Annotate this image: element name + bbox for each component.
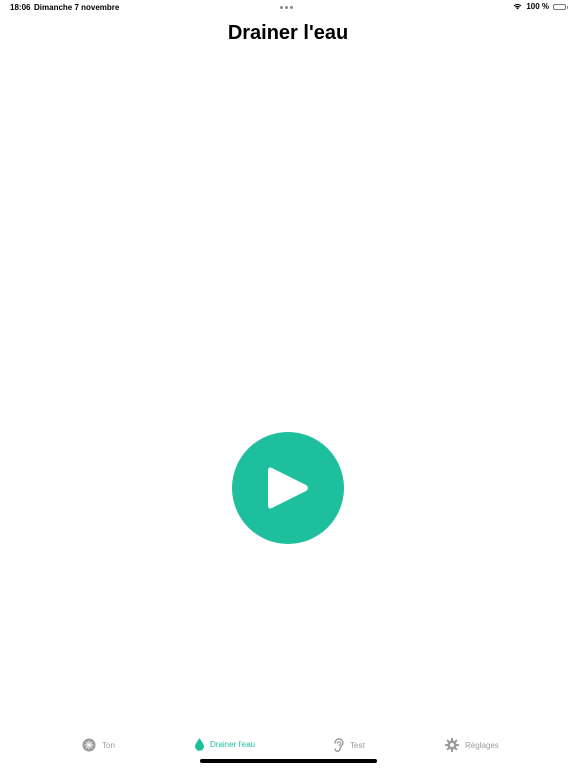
status-indicators: 100 % <box>513 2 568 11</box>
tab-test-label: Test <box>350 740 365 750</box>
multitasking-dots-icon[interactable] <box>280 6 293 9</box>
tone-icon <box>82 738 96 752</box>
app-screen: 18:06 Dimanche 7 novembre 100 % Drainer … <box>0 0 576 768</box>
water-drop-icon <box>195 738 204 751</box>
page-title: Drainer l'eau <box>227 22 349 44</box>
play-icon <box>266 464 310 512</box>
status-bar: 18:06 Dimanche 7 novembre 100 % <box>0 0 576 14</box>
tab-ton[interactable]: Ton <box>82 738 115 752</box>
tab-drainer-leau[interactable]: Drainer l'eau <box>195 738 255 751</box>
wifi-icon <box>513 3 522 10</box>
tab-bar: Ton Drainer l'eau Test Réglages <box>0 734 576 758</box>
status-time: 18:06 <box>10 3 31 12</box>
tab-test[interactable]: Test <box>333 738 365 752</box>
tab-ton-label: Ton <box>102 740 115 750</box>
home-indicator[interactable] <box>200 759 377 763</box>
status-date: Dimanche 7 novembre <box>34 3 120 12</box>
play-button[interactable] <box>232 432 344 544</box>
tab-reglages-label: Réglages <box>465 740 499 750</box>
battery-percentage: 100 % <box>526 2 549 11</box>
gear-icon <box>445 738 459 752</box>
battery-full-icon <box>553 3 568 10</box>
tab-drainer-leau-label: Drainer l'eau <box>210 740 256 749</box>
ear-icon <box>333 738 344 752</box>
tab-reglages[interactable]: Réglages <box>445 738 499 752</box>
